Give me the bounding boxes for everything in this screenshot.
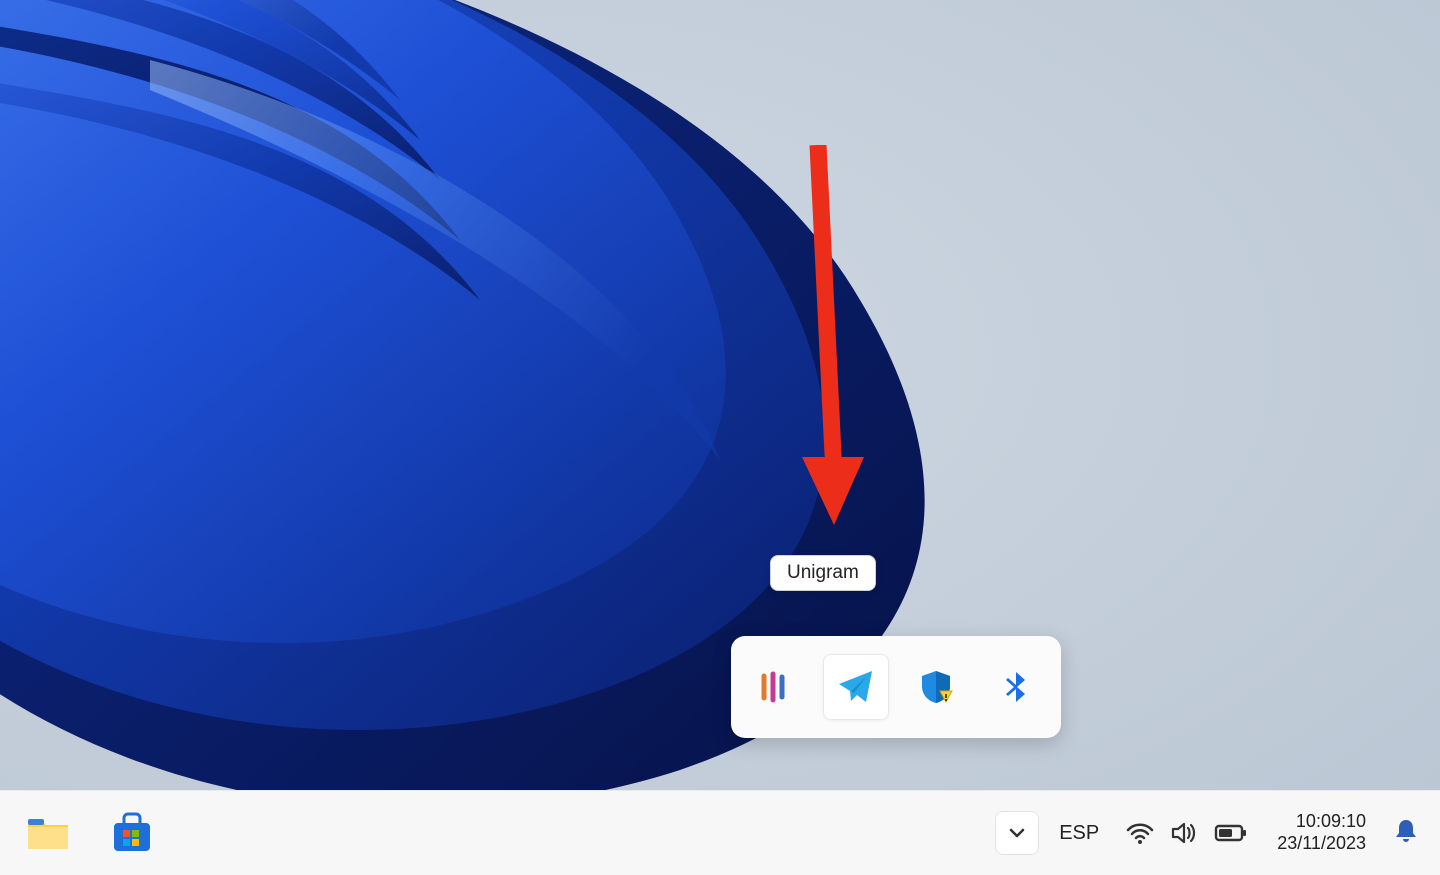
taskbar-microsoft-store[interactable]	[104, 805, 160, 861]
clock-date: 23/11/2023	[1277, 833, 1366, 855]
tray-tooltip: Unigram	[770, 555, 876, 591]
notifications-button[interactable]	[1388, 817, 1428, 850]
clock-time: 10:09:10	[1296, 811, 1366, 833]
desktop[interactable]: Unigram	[0, 0, 1440, 790]
taskbar-file-explorer[interactable]	[20, 805, 76, 861]
microsoft-store-icon	[108, 809, 156, 857]
tray-tooltip-label: Unigram	[787, 562, 859, 583]
taskbar-apps	[0, 805, 160, 861]
system-tray-flyout[interactable]	[731, 636, 1061, 738]
chevron-down-icon	[1007, 823, 1027, 843]
wifi-icon[interactable]	[1125, 818, 1155, 848]
tray-windows-security-icon[interactable]	[903, 654, 969, 720]
clock[interactable]: 10:09:10 23/11/2023	[1267, 811, 1376, 854]
bell-icon	[1392, 817, 1420, 845]
tray-app-generic-icon[interactable]	[743, 654, 809, 720]
quick-settings[interactable]	[1119, 818, 1255, 848]
taskbar[interactable]: ESP	[0, 790, 1440, 875]
language-indicator[interactable]: ESP	[1051, 822, 1107, 845]
tray-chevron-button[interactable]	[995, 811, 1039, 855]
battery-icon[interactable]	[1213, 818, 1249, 848]
tray-bluetooth-icon[interactable]	[983, 654, 1049, 720]
tray-unigram-icon[interactable]	[823, 654, 889, 720]
wallpaper	[0, 0, 1440, 790]
language-label: ESP	[1059, 822, 1099, 844]
volume-icon[interactable]	[1169, 818, 1199, 848]
file-explorer-icon	[24, 809, 72, 857]
taskbar-system-area: ESP	[995, 811, 1440, 855]
